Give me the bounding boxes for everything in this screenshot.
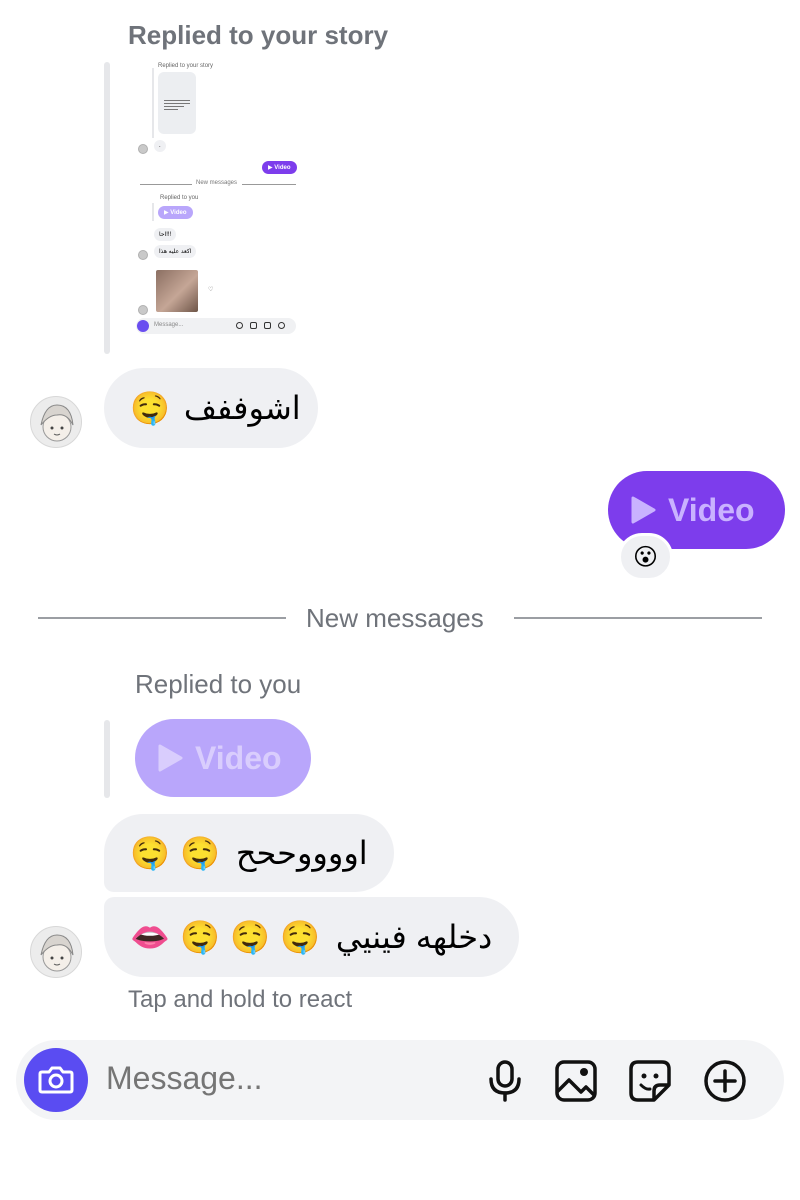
react-hint: Tap and hold to react (128, 986, 353, 1013)
thumbnail-avatar-2 (138, 250, 148, 260)
avatar[interactable] (30, 926, 82, 978)
message-input[interactable] (106, 1060, 406, 1097)
thumbnail-mic-icon (236, 322, 243, 329)
reaction-badge[interactable]: 😮 (618, 533, 673, 581)
quoted-video-label: Video (195, 739, 282, 776)
thumbnail-quote-bar-2 (152, 203, 154, 221)
reply-quote-bar (104, 62, 110, 354)
thumbnail-divider-left (140, 184, 192, 185)
thumbnail-placeholder: Message... (154, 322, 184, 328)
gallery-button[interactable] (554, 1059, 598, 1108)
message-text-1: اشوففف (183, 390, 301, 426)
message-bubble-1[interactable]: 🤤 اشوففف (104, 368, 318, 448)
thumbnail-msg-1: احا!!! (154, 228, 177, 241)
story-thumbnail[interactable]: Replied to your story . ▶ Video New mess… (130, 60, 305, 345)
message-bubble-3[interactable]: 👄 🤤 🤤 🤤 دخلهه فينيي (104, 897, 519, 977)
play-icon (158, 744, 183, 772)
thumbnail-reply-icon: ♡ (208, 287, 214, 293)
play-icon (631, 496, 656, 524)
thumbnail-header: Replied to your story (158, 63, 214, 69)
message-composer (16, 1040, 784, 1120)
story-reply-header: Replied to your story (128, 20, 389, 50)
camera-icon (38, 1066, 74, 1094)
camera-button[interactable] (24, 1048, 88, 1112)
thumbnail-photo (156, 270, 198, 312)
thumbnail-composer: Message... (136, 318, 296, 334)
thumbnail-sticker-icon (264, 322, 271, 329)
sticker-button[interactable] (628, 1059, 672, 1108)
message-bubble-2[interactable]: 🤤 🤤 اووووححح (104, 814, 394, 892)
message-text-3: دخلهه فينيي (335, 919, 493, 955)
new-messages-divider-right (514, 617, 762, 619)
replied-to-you-header: Replied to you (135, 669, 302, 699)
thumbnail-bubble-dot: . (154, 140, 166, 152)
thumbnail-camera-icon (137, 320, 149, 332)
drooling-face-emoji: 🤤 🤤 (130, 834, 220, 872)
thumbnail-new-messages: New messages (196, 180, 238, 186)
thumbnail-replied-to-you: Replied to you (160, 195, 199, 201)
avatar[interactable] (30, 396, 82, 448)
drooling-face-emoji: 🤤 (130, 389, 170, 427)
thumbnail-plus-icon (278, 322, 285, 329)
sticker-icon (629, 1060, 671, 1102)
plus-icon (704, 1060, 746, 1102)
video-label: Video (668, 491, 755, 528)
avatar-illustration (40, 404, 74, 442)
avatar-illustration (40, 934, 74, 972)
microphone-button[interactable] (486, 1060, 524, 1107)
new-messages-label: New messages (306, 603, 484, 633)
quoted-video-message[interactable]: Video (135, 719, 311, 797)
message-text-2: اووووححح (235, 835, 368, 871)
thumbnail-video-button: ▶ Video (262, 161, 297, 174)
thumbnail-story-card (158, 72, 196, 134)
thumbnail-divider-right (242, 184, 296, 185)
thumbnail-quote-bar (152, 68, 154, 138)
plus-button[interactable] (703, 1059, 747, 1108)
new-messages-divider-left (38, 617, 286, 619)
thumbnail-quoted-video: ▶ Video (158, 206, 193, 219)
thumbnail-avatar-3 (138, 305, 148, 315)
thumbnail-avatar (138, 144, 148, 154)
lips-drooling-emoji: 👄 🤤 🤤 🤤 (130, 918, 320, 956)
reply-quote-bar-2 (104, 720, 110, 798)
microphone-icon (489, 1060, 521, 1102)
gallery-icon (555, 1060, 597, 1102)
surprised-face-emoji: 😮 (632, 543, 659, 571)
thumbnail-gallery-icon (250, 322, 257, 329)
thumbnail-msg-2: اكعد عليه هذا (154, 245, 197, 258)
